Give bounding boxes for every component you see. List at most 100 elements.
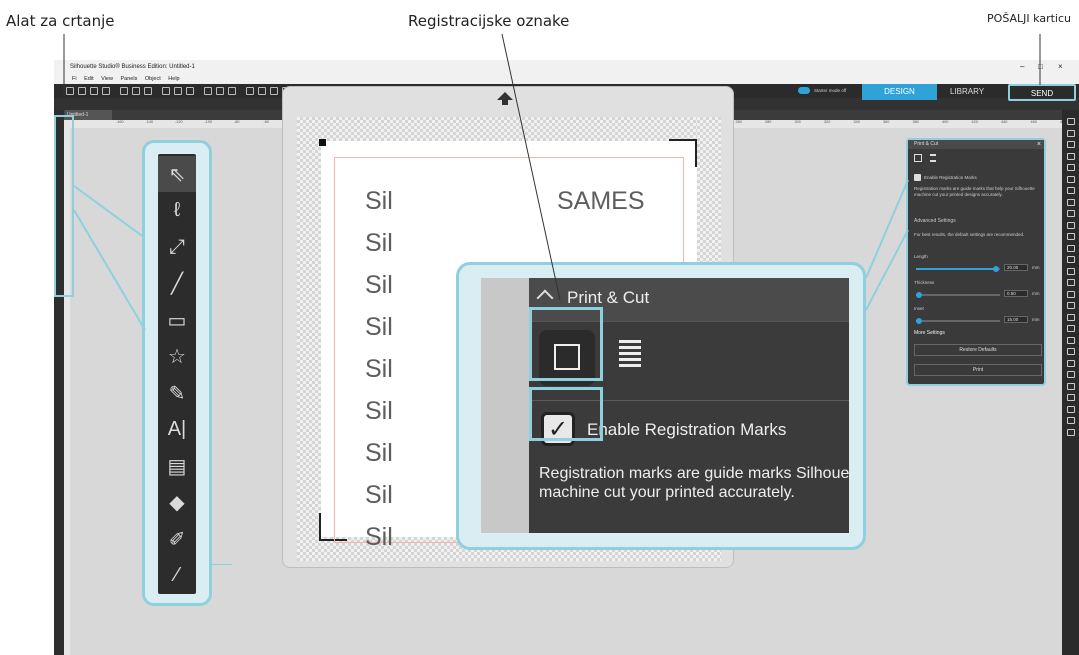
group-icon[interactable] (204, 87, 212, 95)
cut-icon[interactable] (120, 87, 128, 95)
panel-toggle-icon[interactable] (1067, 382, 1075, 390)
clock-icon[interactable] (186, 87, 194, 95)
panel-toggle-icon[interactable] (1067, 221, 1075, 229)
zoom-in-icon[interactable] (246, 87, 254, 95)
rectangle-tool-icon[interactable]: ▭ (158, 302, 196, 338)
menu-view[interactable]: View (101, 76, 113, 82)
more-settings-toggle[interactable]: More Settings (914, 330, 945, 336)
panel-toggle-icon[interactable] (1067, 325, 1075, 332)
panel-toggle-icon[interactable] (1067, 175, 1075, 183)
minimize-button[interactable]: – (1020, 60, 1024, 74)
canvas-text-line[interactable]: Sil (365, 439, 393, 468)
maximize-button[interactable]: □ (1038, 60, 1043, 74)
eraser-tool-icon[interactable]: ◆ (158, 485, 196, 521)
new-file-icon[interactable] (66, 87, 74, 95)
ungroup-icon[interactable] (216, 87, 224, 95)
menu-edit[interactable]: Edit (84, 76, 93, 82)
menu-object[interactable]: Object (145, 76, 161, 82)
menu-help[interactable]: Help (168, 76, 179, 82)
panel-toggle-icon[interactable] (1067, 371, 1075, 378)
canvas-text-line[interactable]: Sil (365, 187, 393, 216)
canvas-text-line[interactable]: Sil (365, 229, 393, 258)
panel-toggle-icon[interactable] (1067, 302, 1075, 309)
panel-toggle-icon[interactable] (1067, 164, 1075, 171)
panel-toggle-icon[interactable] (1067, 267, 1075, 275)
select-tool-icon[interactable]: ⇖ (158, 156, 196, 192)
length-slider[interactable] (916, 266, 1000, 272)
inset-slider[interactable] (916, 318, 1000, 324)
panel-toggle-icon[interactable] (1067, 348, 1075, 355)
print-options-tab-icon[interactable] (930, 154, 936, 162)
tab-library[interactable]: LIBRARY (934, 84, 1000, 100)
thickness-value-field[interactable]: 0.50 (1004, 290, 1028, 297)
eyedropper-tool-icon[interactable]: ⁄ (158, 558, 196, 594)
close-icon[interactable]: × (1037, 140, 1041, 149)
canvas-text-line[interactable]: Sil (365, 355, 393, 384)
panel-toggle-icon[interactable] (1067, 405, 1075, 413)
settings-icon[interactable] (228, 87, 236, 95)
registration-marks-tab-icon[interactable] (914, 154, 922, 162)
enable-registration-checkbox-small[interactable] (914, 174, 921, 181)
panel-toggle-icon[interactable] (1067, 152, 1075, 160)
length-value-field[interactable]: 20.00 (1004, 264, 1028, 271)
panel-toggle-icon[interactable] (1067, 129, 1075, 137)
panel-toggle-icon[interactable] (1067, 210, 1075, 217)
panel-toggle-icon[interactable] (1067, 394, 1075, 401)
paste-icon[interactable] (144, 87, 152, 95)
advanced-settings-label[interactable]: Advanced Settings (914, 218, 956, 224)
star-tool-icon[interactable]: ☆ (158, 339, 196, 375)
canvas-text-line[interactable]: Sil (365, 397, 393, 426)
copy-icon[interactable] (132, 87, 140, 95)
redo-icon[interactable] (174, 87, 182, 95)
canvas-text-line[interactable]: Sil (365, 313, 393, 342)
pen-tool-icon[interactable]: ✐ (158, 521, 196, 557)
panel-toggle-icon[interactable] (1067, 256, 1075, 263)
panel-toggle-icon[interactable] (1067, 428, 1075, 436)
panel-toggle-icon[interactable] (1067, 118, 1075, 125)
undo-icon[interactable] (162, 87, 170, 95)
collapse-chevron-icon[interactable] (536, 289, 554, 307)
panel-toggle-icon[interactable] (1067, 233, 1075, 240)
drawing-tools-panel: ⇖ ℓ ⤢ ╱ ▭ ☆ ✎ A| ▤ ◆ ✐ ⁄ (158, 154, 196, 594)
line-tool-icon[interactable]: ╱ (158, 266, 196, 302)
menu-panels[interactable]: Panels (121, 76, 138, 82)
ruler-tick-label: 420 (971, 120, 978, 124)
print-list-icon[interactable] (619, 340, 641, 372)
print-icon[interactable] (102, 87, 110, 95)
print-button[interactable]: Print (914, 364, 1042, 376)
canvas-partial-text[interactable]: SAMES (557, 187, 645, 216)
ruler-tick-label: -80 (234, 120, 240, 124)
panel-toggle-icon[interactable] (1067, 141, 1075, 148)
tab-design[interactable]: DESIGN (862, 84, 937, 100)
zoom-out-icon[interactable] (258, 87, 266, 95)
ruler-tick-label: 360 (883, 120, 890, 124)
pencil-tool-icon[interactable]: ✎ (158, 375, 196, 411)
panel-toggle-icon[interactable] (1067, 198, 1075, 206)
bezier-tool-icon[interactable]: ⤢ (158, 229, 196, 265)
panel-toggle-icon[interactable] (1067, 279, 1075, 286)
starter-mode-toggle[interactable] (798, 87, 810, 94)
length-unit: mm (1032, 265, 1040, 270)
panel-toggle-icon[interactable] (1067, 359, 1075, 367)
panel-toggle-icon[interactable] (1067, 244, 1075, 252)
close-window-button[interactable]: × (1058, 60, 1063, 74)
panel-toggle-icon[interactable] (1067, 187, 1075, 194)
panel-toggle-icon[interactable] (1067, 313, 1075, 321)
canvas-text-line[interactable]: Sil (365, 271, 393, 300)
tab-send[interactable]: SEND (1008, 84, 1076, 101)
lasso-tool-icon[interactable]: ℓ (158, 193, 196, 229)
inset-value-field[interactable]: 15.00 (1004, 316, 1028, 323)
panel-toggle-icon[interactable] (1067, 336, 1075, 344)
save-icon[interactable] (90, 87, 98, 95)
zoom-fit-icon[interactable] (270, 87, 278, 95)
restore-defaults-button[interactable]: Restore Defaults (914, 344, 1042, 356)
menu-file[interactable]: Fi (72, 76, 77, 82)
note-tool-icon[interactable]: ▤ (158, 448, 196, 484)
panel-toggle-icon[interactable] (1067, 290, 1075, 298)
panel-toggle-icon[interactable] (1067, 417, 1075, 424)
canvas-text-line[interactable]: Sil (365, 523, 393, 552)
text-tool-icon[interactable]: A| (158, 412, 196, 448)
thickness-slider[interactable] (916, 292, 1000, 298)
canvas-text-line[interactable]: Sil (365, 481, 393, 510)
open-file-icon[interactable] (78, 87, 86, 95)
